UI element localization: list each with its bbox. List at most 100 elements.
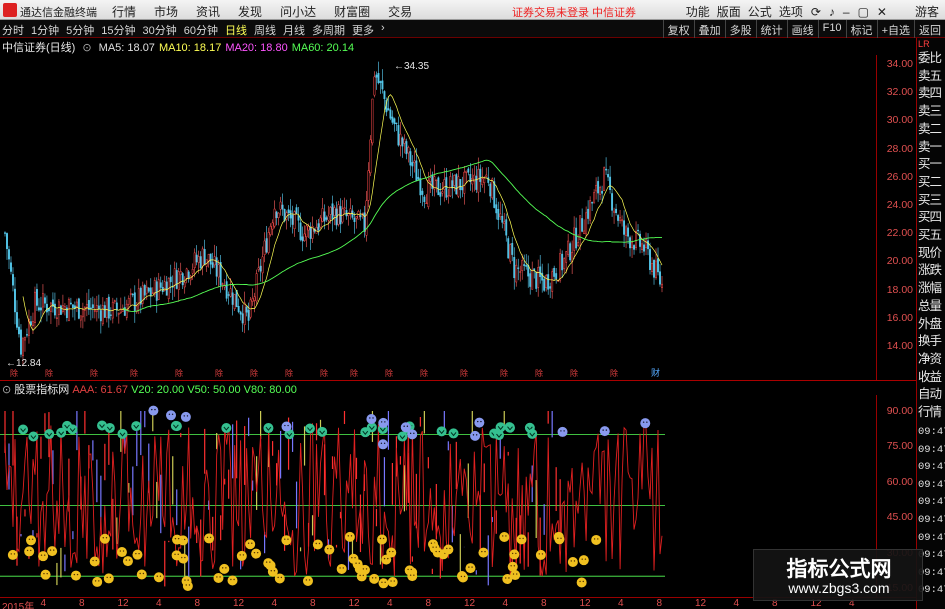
event-marker[interactable]: 除	[460, 368, 468, 378]
event-marker[interactable]: 除	[45, 368, 53, 378]
candle-body	[465, 170, 468, 173]
candle-body	[429, 177, 432, 182]
candle-body	[421, 190, 424, 195]
candle-body	[373, 76, 376, 96]
date-tick: 4	[733, 598, 740, 609]
event-marker[interactable]: 除	[610, 368, 618, 378]
event-marker[interactable]: 除	[90, 368, 98, 378]
tab-period-2[interactable]: 5分钟	[66, 22, 94, 38]
menu-wealth[interactable]: 财富圈	[334, 3, 370, 20]
close-icon[interactable]: ✕	[877, 5, 887, 19]
action-button-7[interactable]: +自选	[876, 20, 914, 38]
event-marker[interactable]: 除	[215, 368, 223, 378]
candle-body	[393, 118, 396, 125]
candle-body	[247, 309, 250, 321]
action-button-1[interactable]: 叠加	[693, 20, 725, 38]
menu-discover[interactable]: 发现	[238, 3, 262, 20]
stock-title[interactable]: 中信证券(日线)	[2, 42, 75, 54]
sad-face-icon	[180, 411, 191, 422]
menu-options[interactable]: 选项	[779, 3, 803, 20]
candle-body	[443, 179, 446, 190]
price-tick: 22.00	[886, 227, 913, 240]
sidebar-time: 09:47	[918, 443, 945, 456]
candle-body	[107, 296, 110, 319]
candlestick-chart[interactable]: ←34.35←12.84除除除除除除除除除除除除除除除除除财	[0, 55, 876, 380]
candle-body	[463, 171, 466, 194]
candle-body	[105, 298, 108, 318]
sidebar-label-20[interactable]: 行情	[918, 401, 942, 420]
settings-icon[interactable]: ⊙	[82, 42, 91, 54]
event-marker[interactable]: 除	[250, 368, 258, 378]
candle-body	[371, 98, 374, 144]
tab-period-1[interactable]: 1分钟	[31, 22, 59, 38]
event-marker[interactable]: 除	[420, 368, 428, 378]
candle-body	[59, 305, 62, 315]
action-button-4[interactable]: 画线	[786, 20, 818, 38]
indicator-chart[interactable]	[0, 395, 876, 598]
event-marker[interactable]: 除	[350, 368, 358, 378]
event-marker[interactable]: 除	[10, 368, 18, 378]
tab-period-8[interactable]: 月线	[283, 22, 305, 38]
event-marker[interactable]: 除	[175, 368, 183, 378]
menu-formula[interactable]: 公式	[748, 3, 772, 20]
tab-period-4[interactable]: 30分钟	[143, 22, 177, 38]
action-button-5[interactable]: F10	[817, 20, 846, 38]
candle-body	[383, 91, 386, 99]
action-button-3[interactable]: 统计	[755, 20, 787, 38]
menu-quotes[interactable]: 行情	[112, 3, 136, 20]
user-label[interactable]: 游客	[915, 3, 939, 20]
sidebar-label-11: 现价	[918, 245, 942, 260]
tab-period-6[interactable]: 日线	[225, 22, 247, 38]
candle-body	[16, 312, 18, 328]
candle-body	[473, 174, 476, 182]
candle-body	[637, 229, 639, 232]
menu-ask[interactable]: 问小达	[280, 3, 316, 20]
action-button-8[interactable]: 返回	[914, 20, 945, 38]
sidebar-time: 09:47	[918, 461, 945, 474]
candle-body	[365, 200, 368, 236]
tab-period-3[interactable]: 15分钟	[101, 22, 135, 38]
finance-marker[interactable]: 财	[651, 367, 660, 378]
candle-body	[149, 287, 152, 297]
candle-body	[243, 302, 246, 325]
event-marker[interactable]: 除	[285, 368, 293, 378]
low-price-label: ←12.84	[6, 358, 41, 369]
action-button-6[interactable]: 标记	[845, 20, 877, 38]
menu-market[interactable]: 市场	[154, 3, 178, 20]
event-marker[interactable]: 除	[320, 368, 328, 378]
event-marker[interactable]: 除	[385, 368, 393, 378]
sidebar-label-15: 外盘	[918, 316, 942, 331]
tab-period-7[interactable]: 周线	[254, 22, 276, 38]
price-info-bar: 中信证券(日线) ⊙ MA5: 18.07 MA10: 18.17 MA20: 18…	[0, 39, 362, 55]
candle-body	[499, 213, 502, 218]
candle-body	[577, 242, 580, 247]
sidebar-label-19[interactable]: 自动	[918, 383, 942, 402]
candle-body	[517, 267, 520, 269]
tab-period-0[interactable]: 分时	[2, 22, 24, 38]
event-marker[interactable]: 除	[130, 368, 138, 378]
minimize-icon[interactable]: –	[843, 5, 850, 19]
candle-body	[661, 283, 663, 288]
refresh-icon[interactable]: ⟳	[811, 5, 821, 19]
menu-trade[interactable]: 交易	[388, 3, 412, 20]
candle-body	[297, 215, 300, 221]
bell-icon[interactable]: ♪	[829, 5, 835, 19]
event-marker[interactable]: 除	[535, 368, 543, 378]
date-tick: 12	[579, 598, 591, 609]
menu-news[interactable]: 资讯	[196, 3, 220, 20]
maximize-icon[interactable]: ▢	[858, 5, 869, 19]
candle-body	[6, 233, 8, 249]
candle-body	[41, 293, 44, 308]
tab-period-5[interactable]: 60分钟	[184, 22, 218, 38]
action-button-0[interactable]: 复权	[662, 20, 694, 38]
event-marker[interactable]: 除	[570, 368, 578, 378]
tab-period-10[interactable]: 更多	[352, 22, 374, 38]
chevron-right-icon[interactable]: ›	[381, 22, 385, 38]
tab-period-9[interactable]: 多周期	[312, 22, 345, 38]
event-marker[interactable]: 除	[500, 368, 508, 378]
login-status[interactable]: 证券交易未登录 中信证券	[512, 4, 636, 20]
action-button-2[interactable]: 多股	[724, 20, 756, 38]
menu-function[interactable]: 功能	[686, 3, 710, 20]
menu-layout[interactable]: 版面	[717, 3, 741, 20]
smiley-icon	[432, 547, 443, 558]
